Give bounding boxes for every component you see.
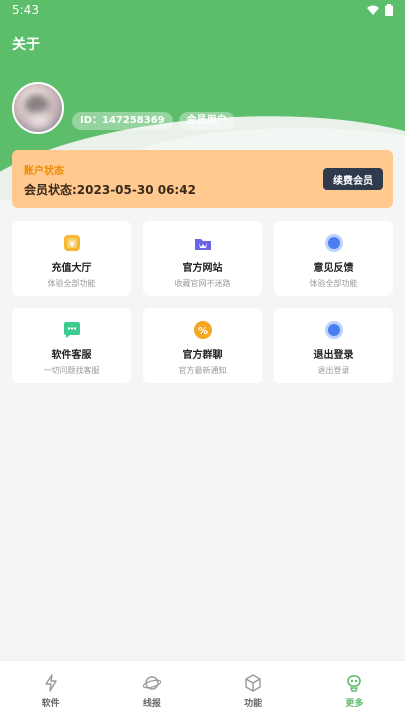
chat-bubble-icon: [62, 320, 82, 340]
tile-subtitle: 退出登录: [317, 366, 350, 375]
nav-item-deals[interactable]: 线报: [101, 661, 202, 721]
planet-icon: [142, 675, 161, 690]
tile-title: 意见反馈: [313, 263, 354, 274]
nav-label: 功能: [244, 698, 263, 709]
lightning-icon: [44, 673, 57, 692]
tile-subtitle: 一切问题找客服: [43, 366, 100, 375]
tile-logout[interactable]: 退出登录 退出登录: [274, 308, 393, 383]
tile-subtitle: 体验全部功能: [47, 279, 96, 288]
tile-official-group[interactable]: % 官方群聊 官方最新通知: [143, 308, 262, 383]
tile-title: 软件客服: [51, 350, 92, 361]
nav-label: 更多: [345, 698, 364, 709]
nav-label: 软件: [41, 698, 60, 709]
percent-badge-icon: %: [193, 320, 213, 340]
tile-title: 官方网站: [182, 263, 223, 274]
profile-chips: ID：147258369 会员用户: [72, 112, 235, 130]
feedback-circle-icon: [324, 233, 344, 253]
feature-grid: ¥ 充值大厅 体验全部功能 官方网站 收藏官网不迷路 意见反馈 体验全部功能 软…: [12, 221, 393, 383]
tile-feedback[interactable]: 意见反馈 体验全部功能: [274, 221, 393, 296]
logout-circle-icon: [324, 320, 344, 340]
user-id-chip: ID：147258369: [72, 112, 173, 130]
tile-title: 充值大厅: [51, 263, 92, 274]
tile-subtitle: 官方最新通知: [178, 366, 227, 375]
wifi-icon: [367, 5, 379, 15]
tile-title: 官方群聊: [182, 350, 223, 361]
bottom-navigation: 软件 线报 功能 更多: [0, 660, 405, 721]
status-icons: [367, 4, 393, 16]
svg-text:%: %: [197, 326, 207, 337]
page-title: 关于: [12, 37, 40, 53]
account-status-card: 账户状态 会员状态:2023-05-30 06:42 续费会员: [12, 150, 393, 208]
robot-icon: [347, 674, 362, 692]
svg-text:¥: ¥: [69, 240, 75, 249]
yen-card-icon: ¥: [62, 233, 82, 253]
tile-title: 退出登录: [313, 350, 354, 361]
status-bar: 5:43: [0, 0, 405, 20]
tile-subtitle: 体验全部功能: [309, 279, 358, 288]
renew-membership-button[interactable]: 续费会员: [323, 168, 383, 190]
tile-official-website[interactable]: 官方网站 收藏官网不迷路: [143, 221, 262, 296]
nav-item-features[interactable]: 功能: [203, 661, 304, 721]
nav-item-software[interactable]: 软件: [0, 661, 101, 721]
battery-icon: [385, 4, 393, 16]
nav-label: 线报: [142, 698, 161, 709]
member-chip: 会员用户: [178, 112, 235, 130]
status-time: 5:43: [12, 3, 39, 17]
crown-folder-icon: [193, 233, 213, 253]
tile-subtitle: 收藏官网不迷路: [174, 279, 231, 288]
nav-item-more[interactable]: 更多: [304, 661, 405, 721]
tile-recharge[interactable]: ¥ 充值大厅 体验全部功能: [12, 221, 131, 296]
tile-customer-service[interactable]: 软件客服 一切问题找客服: [12, 308, 131, 383]
avatar[interactable]: [12, 82, 64, 134]
cube-icon: [245, 673, 261, 692]
